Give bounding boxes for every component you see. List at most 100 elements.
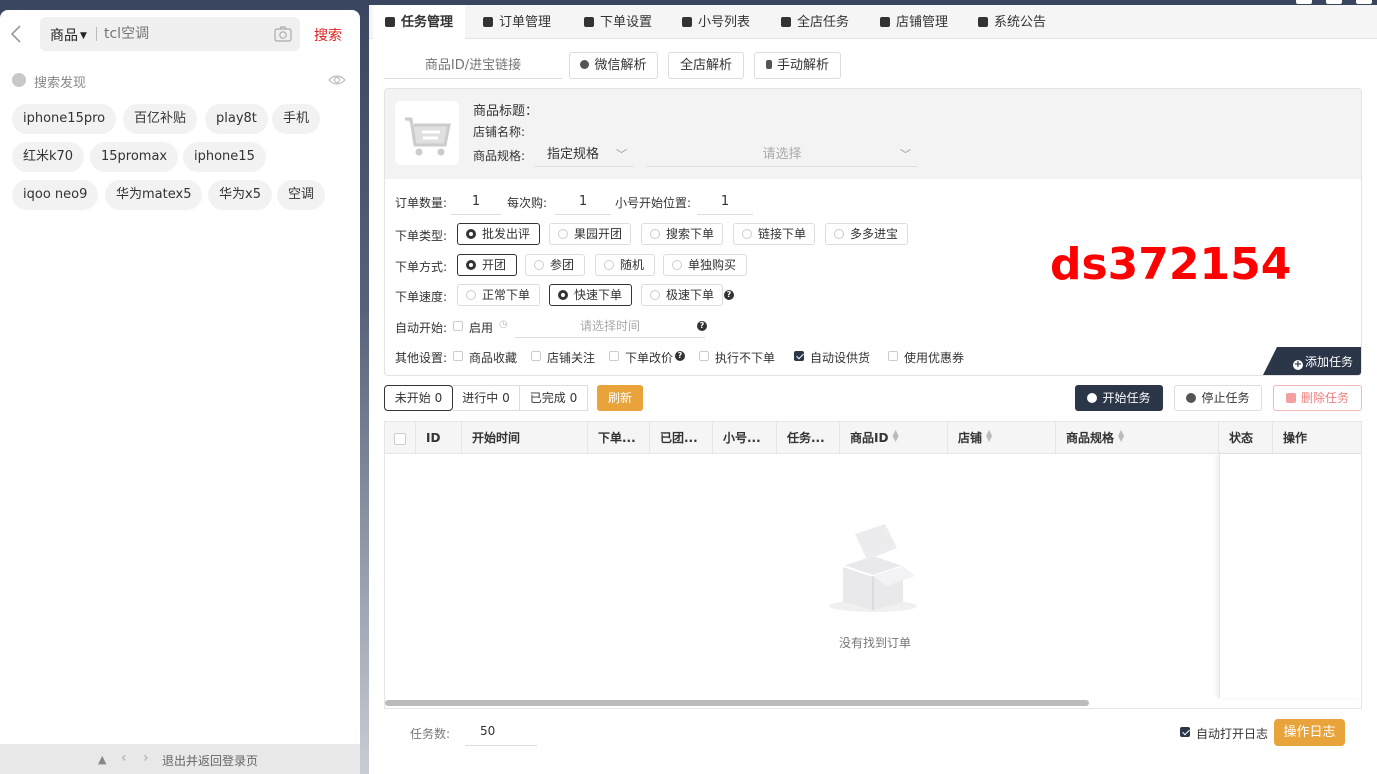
- type-option[interactable]: 果园开团: [549, 223, 631, 245]
- tab-order-settings[interactable]: 下单设置: [584, 5, 652, 39]
- sort-icon[interactable]: ▲ ▼: [986, 429, 994, 443]
- no-order-checkbox[interactable]: 执行不下单: [699, 349, 775, 366]
- column-header[interactable]: 小号...: [713, 422, 777, 454]
- column-header-sortable[interactable]: 商品规格 ▲ ▼: [1056, 422, 1219, 454]
- back-arrow-icon[interactable]: [10, 24, 26, 44]
- tab-shop-tasks[interactable]: 全店任务: [781, 5, 849, 39]
- task-count-input[interactable]: 50: [465, 716, 537, 746]
- tab-system-notice[interactable]: 系统公告: [978, 5, 1046, 39]
- spec-select[interactable]: 指定规格 ﹀: [535, 143, 633, 167]
- category-select[interactable]: 商品 ▼: [50, 25, 87, 45]
- column-header[interactable]: 已团...: [650, 422, 713, 454]
- search-button[interactable]: 搜索: [314, 25, 342, 45]
- auto-open-log-checkbox[interactable]: 自动打开日志: [1180, 725, 1268, 742]
- favorite-checkbox[interactable]: 商品收藏: [453, 349, 517, 366]
- qty-input[interactable]: 1: [451, 189, 501, 215]
- help-icon[interactable]: ?: [724, 290, 734, 300]
- method-option[interactable]: 参团: [525, 254, 585, 276]
- tab-in-progress[interactable]: 进行中 0: [453, 385, 519, 411]
- discover-tag[interactable]: 红米k70: [12, 142, 85, 172]
- sort-icon[interactable]: ▲ ▼: [892, 429, 900, 443]
- discover-tag[interactable]: 华为x5: [208, 180, 272, 210]
- camera-icon[interactable]: [274, 26, 292, 42]
- column-header-sortable[interactable]: 商品ID ▲ ▼: [840, 422, 948, 454]
- column-header[interactable]: 操作: [1273, 422, 1361, 454]
- speed-option[interactable]: 极速下单: [641, 284, 723, 306]
- column-header-sortable[interactable]: 店铺 ▲ ▼: [948, 422, 1056, 454]
- auto-enable-checkbox[interactable]: 启用: [453, 319, 493, 336]
- tab-completed[interactable]: 已完成 0: [519, 385, 588, 411]
- shop-parse-button[interactable]: 全店解析: [668, 52, 744, 79]
- column-header[interactable]: ID: [416, 422, 462, 454]
- spec-option-select[interactable]: 请选择 ﹀: [647, 143, 917, 167]
- select-all-checkbox[interactable]: [394, 433, 406, 445]
- method-option[interactable]: 单独购买: [663, 254, 747, 276]
- per-input[interactable]: 1: [555, 189, 611, 215]
- checkbox-box: [453, 351, 463, 361]
- discover-tag[interactable]: 15promax: [90, 142, 179, 172]
- stop-task-button[interactable]: 停止任务: [1174, 385, 1262, 411]
- home-icon[interactable]: ▲: [98, 753, 106, 766]
- tab-not-started[interactable]: 未开始 0: [384, 385, 453, 411]
- window-maximize-control[interactable]: [1326, 0, 1342, 4]
- product-id-input[interactable]: [384, 53, 562, 79]
- start-input[interactable]: 1: [697, 189, 753, 215]
- discover-tag[interactable]: 百亿补贴: [123, 104, 198, 134]
- add-task-button[interactable]: + 添加任务: [1263, 347, 1361, 375]
- discover-tag[interactable]: iphone15pro: [12, 104, 117, 134]
- discover-tag[interactable]: iqoo neo9: [12, 180, 99, 210]
- discover-tag[interactable]: 华为matex5: [105, 180, 203, 210]
- follow-store-checkbox[interactable]: 店铺关注: [531, 349, 595, 366]
- mobile-browser-panel: 商品▼ 搜索 搜索发现 iphone15pro 百亿补贴 play8t 手机 红…: [0, 10, 360, 774]
- chevron-left-icon[interactable]: ‹: [121, 750, 127, 766]
- delete-task-button[interactable]: 删除任务: [1273, 385, 1362, 411]
- change-price-checkbox[interactable]: 下单改价: [609, 349, 673, 366]
- start-task-button[interactable]: 开始任务: [1075, 385, 1163, 411]
- tab-store-management[interactable]: 店铺管理: [880, 5, 948, 39]
- discover-tag[interactable]: iphone15: [183, 142, 266, 172]
- window-close-control[interactable]: [1356, 0, 1372, 4]
- column-header[interactable]: 下单...: [588, 422, 650, 454]
- refresh-button[interactable]: 刷新: [597, 385, 643, 411]
- auto-label: 自动开始:: [395, 321, 448, 335]
- column-label: 商品ID: [850, 431, 889, 445]
- type-option[interactable]: 搜索下单: [641, 223, 723, 245]
- window-minimize-control[interactable]: [1296, 0, 1312, 4]
- operation-log-button[interactable]: 操作日志: [1274, 719, 1345, 746]
- horizontal-scrollbar[interactable]: [385, 700, 1089, 706]
- help-icon[interactable]: ?: [697, 321, 707, 331]
- discover-tag[interactable]: 手机: [272, 104, 321, 134]
- auto-supply-checkbox[interactable]: 自动设供货: [794, 349, 870, 366]
- discover-tag[interactable]: play8t: [205, 104, 268, 134]
- checkbox-box: [888, 351, 898, 361]
- type-option[interactable]: 链接下单: [733, 223, 815, 245]
- column-header[interactable]: 状态: [1219, 422, 1273, 454]
- manual-parse-button[interactable]: 手动解析: [754, 52, 841, 79]
- discover-tag[interactable]: 空调: [277, 180, 326, 210]
- speed-option[interactable]: 快速下单: [549, 284, 632, 306]
- type-option[interactable]: 批发出评: [457, 223, 540, 245]
- method-option[interactable]: 开团: [457, 254, 517, 276]
- button-label: 手动解析: [776, 58, 829, 73]
- coupon-checkbox[interactable]: 使用优惠券: [888, 349, 964, 366]
- help-icon[interactable]: ?: [675, 351, 685, 361]
- button-label: 全店解析: [679, 58, 732, 73]
- exit-to-login-link[interactable]: 退出并返回登录页: [162, 752, 258, 769]
- eye-icon[interactable]: [328, 73, 346, 87]
- chevron-right-icon[interactable]: ›: [143, 750, 149, 766]
- type-option[interactable]: 多多进宝: [825, 223, 908, 245]
- button-label: 微信解析: [594, 58, 647, 73]
- column-header[interactable]: 任务...: [777, 422, 840, 454]
- tab-task-management[interactable]: 任务管理: [373, 5, 466, 39]
- checkbox-box: [794, 351, 804, 361]
- tab-order-management[interactable]: 订单管理: [483, 5, 551, 39]
- method-option[interactable]: 随机: [595, 254, 655, 276]
- column-header[interactable]: 开始时间: [462, 422, 588, 454]
- time-picker[interactable]: 请选择时间: [515, 314, 705, 338]
- tab-account-list[interactable]: 小号列表: [682, 5, 750, 39]
- search-input[interactable]: [104, 21, 264, 47]
- speed-option[interactable]: 正常下单: [457, 284, 540, 306]
- option-label: 搜索下单: [666, 227, 715, 241]
- sort-icon[interactable]: ▲ ▼: [1118, 429, 1126, 443]
- wechat-parse-button[interactable]: 微信解析: [569, 52, 658, 79]
